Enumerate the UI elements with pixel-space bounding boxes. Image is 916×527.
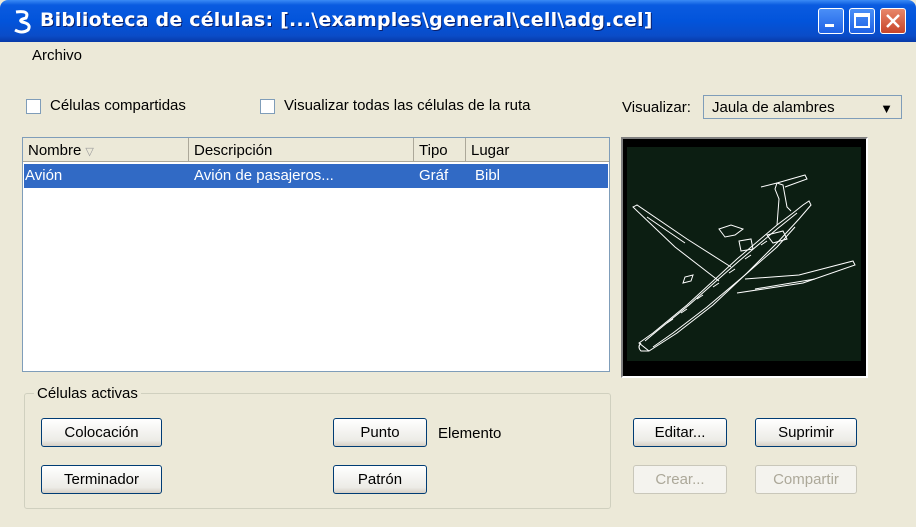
chevron-down-icon[interactable]: ▼ xyxy=(880,101,893,116)
list-header: Nombre ▽ Descripción Tipo Lugar xyxy=(23,138,609,162)
active-cells-title: Células activas xyxy=(34,385,141,402)
menu-bar: Archivo xyxy=(0,42,916,66)
table-row[interactable]: Avión Avión de pasajeros... Gráf Bibl xyxy=(24,164,608,188)
menu-archivo[interactable]: Archivo xyxy=(32,47,82,64)
cell-description: Avión de pasajeros... xyxy=(194,167,334,184)
show-all-cells-checkbox[interactable] xyxy=(260,99,275,114)
point-button[interactable]: Punto xyxy=(333,418,427,447)
terminator-button[interactable]: Terminador xyxy=(41,465,162,494)
close-button[interactable] xyxy=(880,8,906,34)
airplane-wireframe xyxy=(632,174,856,352)
show-all-cells-label[interactable]: Visualizar todas las células de la ruta xyxy=(284,97,531,114)
cell-place: Bibl xyxy=(475,167,501,184)
shared-cells-checkbox[interactable] xyxy=(26,99,41,114)
minimize-button[interactable] xyxy=(818,8,844,34)
shared-cells-label[interactable]: Células compartidas xyxy=(50,97,186,114)
column-header-descripcion[interactable]: Descripción xyxy=(189,138,414,162)
cell-name: Avión xyxy=(25,167,63,184)
maximize-icon xyxy=(854,13,870,28)
edit-button[interactable]: Editar... xyxy=(633,418,727,447)
minimize-icon xyxy=(825,24,834,27)
column-header-tipo[interactable]: Tipo xyxy=(414,138,466,162)
display-label: Visualizar: xyxy=(622,99,691,116)
delete-button[interactable]: Suprimir xyxy=(755,418,857,447)
title-bar[interactable]: Biblioteca de células: [...\examples\gen… xyxy=(0,0,916,42)
sort-arrow-icon: ▽ xyxy=(85,146,94,158)
create-button[interactable]: Crear... xyxy=(633,465,727,494)
preview-canvas xyxy=(627,147,861,361)
window-title: Biblioteca de células: [...\examples\gen… xyxy=(40,9,653,31)
placement-button[interactable]: Colocación xyxy=(41,418,162,447)
cell-list[interactable]: Nombre ▽ Descripción Tipo Lugar Avión Avi… xyxy=(22,137,610,372)
column-header-lugar[interactable]: Lugar xyxy=(466,138,609,162)
display-mode-value: Jaula de alambres xyxy=(712,99,835,116)
close-icon xyxy=(886,14,900,28)
cell-preview xyxy=(621,137,868,378)
column-header-nombre[interactable]: Nombre ▽ xyxy=(23,138,189,162)
display-mode-dropdown[interactable]: Jaula de alambres ▼ xyxy=(703,95,902,119)
maximize-button[interactable] xyxy=(849,8,875,34)
element-label: Elemento xyxy=(438,425,502,442)
share-button[interactable]: Compartir xyxy=(755,465,857,494)
cell-type: Gráf xyxy=(419,167,449,184)
pattern-button[interactable]: Patrón xyxy=(333,465,427,494)
microstation-icon xyxy=(14,10,31,34)
